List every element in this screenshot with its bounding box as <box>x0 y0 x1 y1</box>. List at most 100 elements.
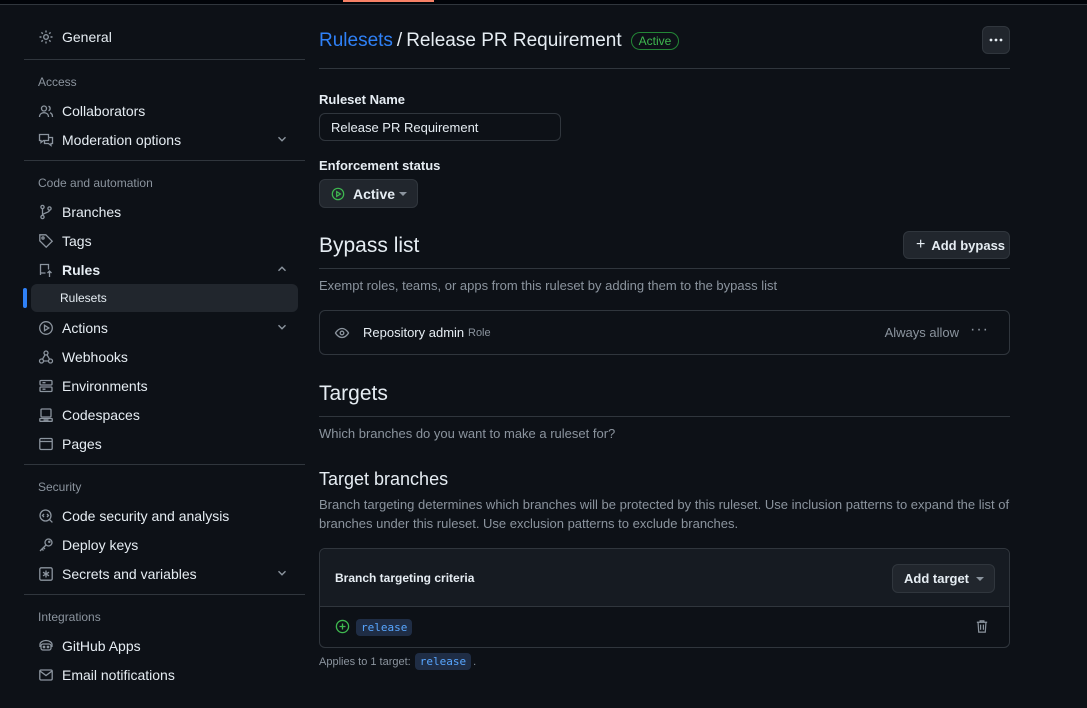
comment-discussion-icon <box>38 132 54 148</box>
gear-icon <box>38 29 54 45</box>
divider <box>24 464 305 465</box>
applies-suffix: . <box>473 655 477 668</box>
target-pattern: release <box>356 618 413 636</box>
apps-icon <box>38 638 54 654</box>
target-branches-description: Branch targeting determines which branch… <box>319 497 1010 531</box>
targets-description: Which branches do you want to make a rul… <box>319 426 616 441</box>
sidebar-item-label: Email notifications <box>62 666 175 683</box>
repo-push-icon <box>38 262 54 278</box>
selected-indicator <box>23 288 27 308</box>
bypass-mode[interactable]: Always allow <box>885 325 959 340</box>
sidebar-item-code-security[interactable]: Code security and analysis <box>24 501 305 530</box>
sidebar-item-rules[interactable]: Rules <box>24 255 305 284</box>
sidebar-item-label: Codespaces <box>62 406 140 423</box>
caret-down-icon <box>399 192 407 196</box>
trash-icon[interactable] <box>975 619 989 634</box>
sidebar-item-branches[interactable]: Branches <box>24 197 305 226</box>
ruleset-title: Release PR Requirement <box>406 30 622 51</box>
sidebar-item-label: Rulesets <box>60 291 107 305</box>
chevron-down-icon <box>278 324 286 330</box>
key-icon <box>38 537 54 553</box>
more-options-button[interactable] <box>982 26 1010 54</box>
ruleset-name-input[interactable] <box>319 113 561 141</box>
sidebar-item-email-notifications[interactable]: Email notifications <box>24 660 305 689</box>
people-icon <box>38 103 54 119</box>
active-tab-underline <box>343 0 434 2</box>
chevron-down-icon <box>278 570 286 576</box>
targets-heading: Targets <box>319 382 388 405</box>
divider <box>319 268 1010 269</box>
enforcement-status-value: Active <box>353 185 396 202</box>
sidebar-item-label: Tags <box>62 232 92 249</box>
add-bypass-label: Add bypass <box>931 237 1006 253</box>
chevron-up-icon <box>278 266 286 272</box>
page-title: Rulesets / Release PR Requirement Active <box>319 26 1010 55</box>
sidebar-item-rulesets[interactable]: Rulesets <box>23 284 298 312</box>
applies-prefix: Applies to 1 target: <box>319 655 411 668</box>
status-badge: Active <box>630 32 680 50</box>
applies-target-chip: release <box>414 653 472 670</box>
server-icon <box>38 378 54 394</box>
branch-targeting-title: Branch targeting criteria <box>335 571 475 585</box>
bypass-entry-row: Repository admin Role Always allow ··· <box>319 310 1010 355</box>
target-branches-heading: Target branches <box>319 469 449 489</box>
sidebar-item-label: Webhooks <box>62 348 128 365</box>
sidebar-item-label: Branches <box>62 203 122 220</box>
top-border <box>0 0 1087 5</box>
browser-icon <box>38 436 54 452</box>
section-label-code-automation: Code and automation <box>38 176 153 190</box>
sidebar-item-label: GitHub Apps <box>62 637 141 654</box>
include-plus-circle-icon <box>335 619 350 634</box>
sidebar-item-general[interactable]: General <box>24 22 305 51</box>
sidebar-item-deploy-keys[interactable]: Deploy keys <box>24 530 305 559</box>
breadcrumb-rulesets-link[interactable]: Rulesets <box>319 30 393 52</box>
tag-icon <box>38 233 54 249</box>
asterisk-icon <box>38 566 54 582</box>
sidebar-item-github-apps[interactable]: GitHub Apps <box>24 631 305 660</box>
webhook-icon <box>38 349 54 365</box>
section-label-access: Access <box>38 75 77 89</box>
sidebar-item-label: Code security and analysis <box>62 507 230 524</box>
sidebar-item-environments[interactable]: Environments <box>24 371 305 400</box>
sidebar-item-label: Deploy keys <box>62 536 139 553</box>
add-target-button[interactable]: Add target <box>892 564 995 593</box>
sidebar-item-codespaces[interactable]: Codespaces <box>24 400 305 429</box>
settings-sidebar: General Access Collaborators Moderation … <box>23 22 305 689</box>
mail-icon <box>38 667 54 683</box>
plus-icon: + <box>916 236 926 253</box>
sidebar-item-secrets[interactable]: Secrets and variables <box>24 559 305 588</box>
sidebar-item-label: Secrets and variables <box>62 565 197 582</box>
bypass-description: Exempt roles, teams, or apps from this r… <box>319 278 778 293</box>
sidebar-item-tags[interactable]: Tags <box>24 226 305 255</box>
sidebar-item-label: Environments <box>62 377 148 394</box>
sidebar-item-pages[interactable]: Pages <box>24 429 305 458</box>
section-label-security: Security <box>38 480 82 494</box>
breadcrumb-separator: / <box>396 30 403 51</box>
divider <box>24 160 305 161</box>
caret-down-icon <box>976 577 984 581</box>
kebab-horizontal-icon <box>989 38 1003 42</box>
sidebar-item-actions[interactable]: Actions <box>24 313 305 342</box>
chevron-down-icon <box>278 136 286 142</box>
sidebar-item-collaborators[interactable]: Collaborators <box>24 96 305 125</box>
codespaces-icon <box>38 407 54 423</box>
sidebar-item-moderation[interactable]: Moderation options <box>24 125 305 154</box>
add-bypass-button[interactable]: + Add bypass <box>903 231 1010 259</box>
sidebar-item-label: Collaborators <box>62 102 146 119</box>
play-icon <box>38 320 54 336</box>
branch-targeting-header: Branch targeting criteria Add target <box>320 549 1009 607</box>
add-target-label: Add target <box>904 571 969 586</box>
enforcement-status-select[interactable]: Active <box>319 179 418 208</box>
git-branch-icon <box>38 204 54 220</box>
section-label-integrations: Integrations <box>38 610 101 624</box>
sidebar-item-label: Actions <box>62 319 108 336</box>
sidebar-item-label: General <box>62 28 112 45</box>
divider <box>24 59 305 60</box>
bypass-actor-name: Repository admin <box>363 325 465 340</box>
ruleset-name-label: Ruleset Name <box>319 92 405 107</box>
sidebar-item-webhooks[interactable]: Webhooks <box>24 342 305 371</box>
bypass-entry-menu-button[interactable]: ··· <box>970 321 989 339</box>
target-pattern-chip: release <box>356 619 413 636</box>
play-icon <box>331 187 345 200</box>
bypass-list-heading: Bypass list <box>319 234 420 257</box>
